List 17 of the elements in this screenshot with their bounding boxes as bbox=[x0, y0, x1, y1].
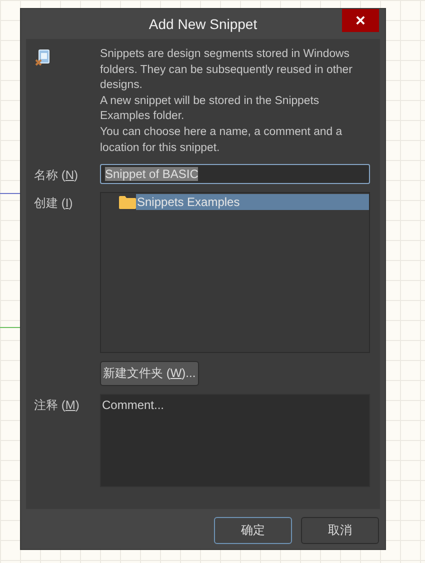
folder-icon bbox=[119, 195, 136, 210]
cancel-button[interactable]: 取消 bbox=[301, 517, 379, 544]
snippet-icon bbox=[35, 49, 51, 67]
name-label: 名称 (N) bbox=[34, 167, 80, 184]
comment-field[interactable]: Comment... bbox=[100, 394, 370, 488]
description-text: A new snippet will be stored in the Snippets Examples folder. bbox=[100, 94, 320, 124]
location-label: 创建 (I) bbox=[34, 195, 74, 212]
window-title: Add New Snippet bbox=[148, 16, 258, 32]
folder-tree[interactable]: Snippets Examples bbox=[100, 192, 370, 354]
name-input-field[interactable]: Snippet of BASIC bbox=[100, 164, 370, 184]
ok-button[interactable]: 确定 bbox=[214, 517, 292, 544]
close-button[interactable]: × bbox=[342, 9, 379, 32]
new-folder-button[interactable]: 新建文件夹 (W)... bbox=[100, 361, 199, 386]
tree-item[interactable]: Snippets Examples bbox=[136, 194, 369, 210]
description-text: You can choose here a name, a comment and a location for this snippet. bbox=[100, 124, 344, 156]
comment-label: 注释 (M) bbox=[34, 397, 80, 414]
description-text: Snippets are design segments stored in Windows folders. They can be subsequently reused in other designs. bbox=[100, 47, 354, 94]
